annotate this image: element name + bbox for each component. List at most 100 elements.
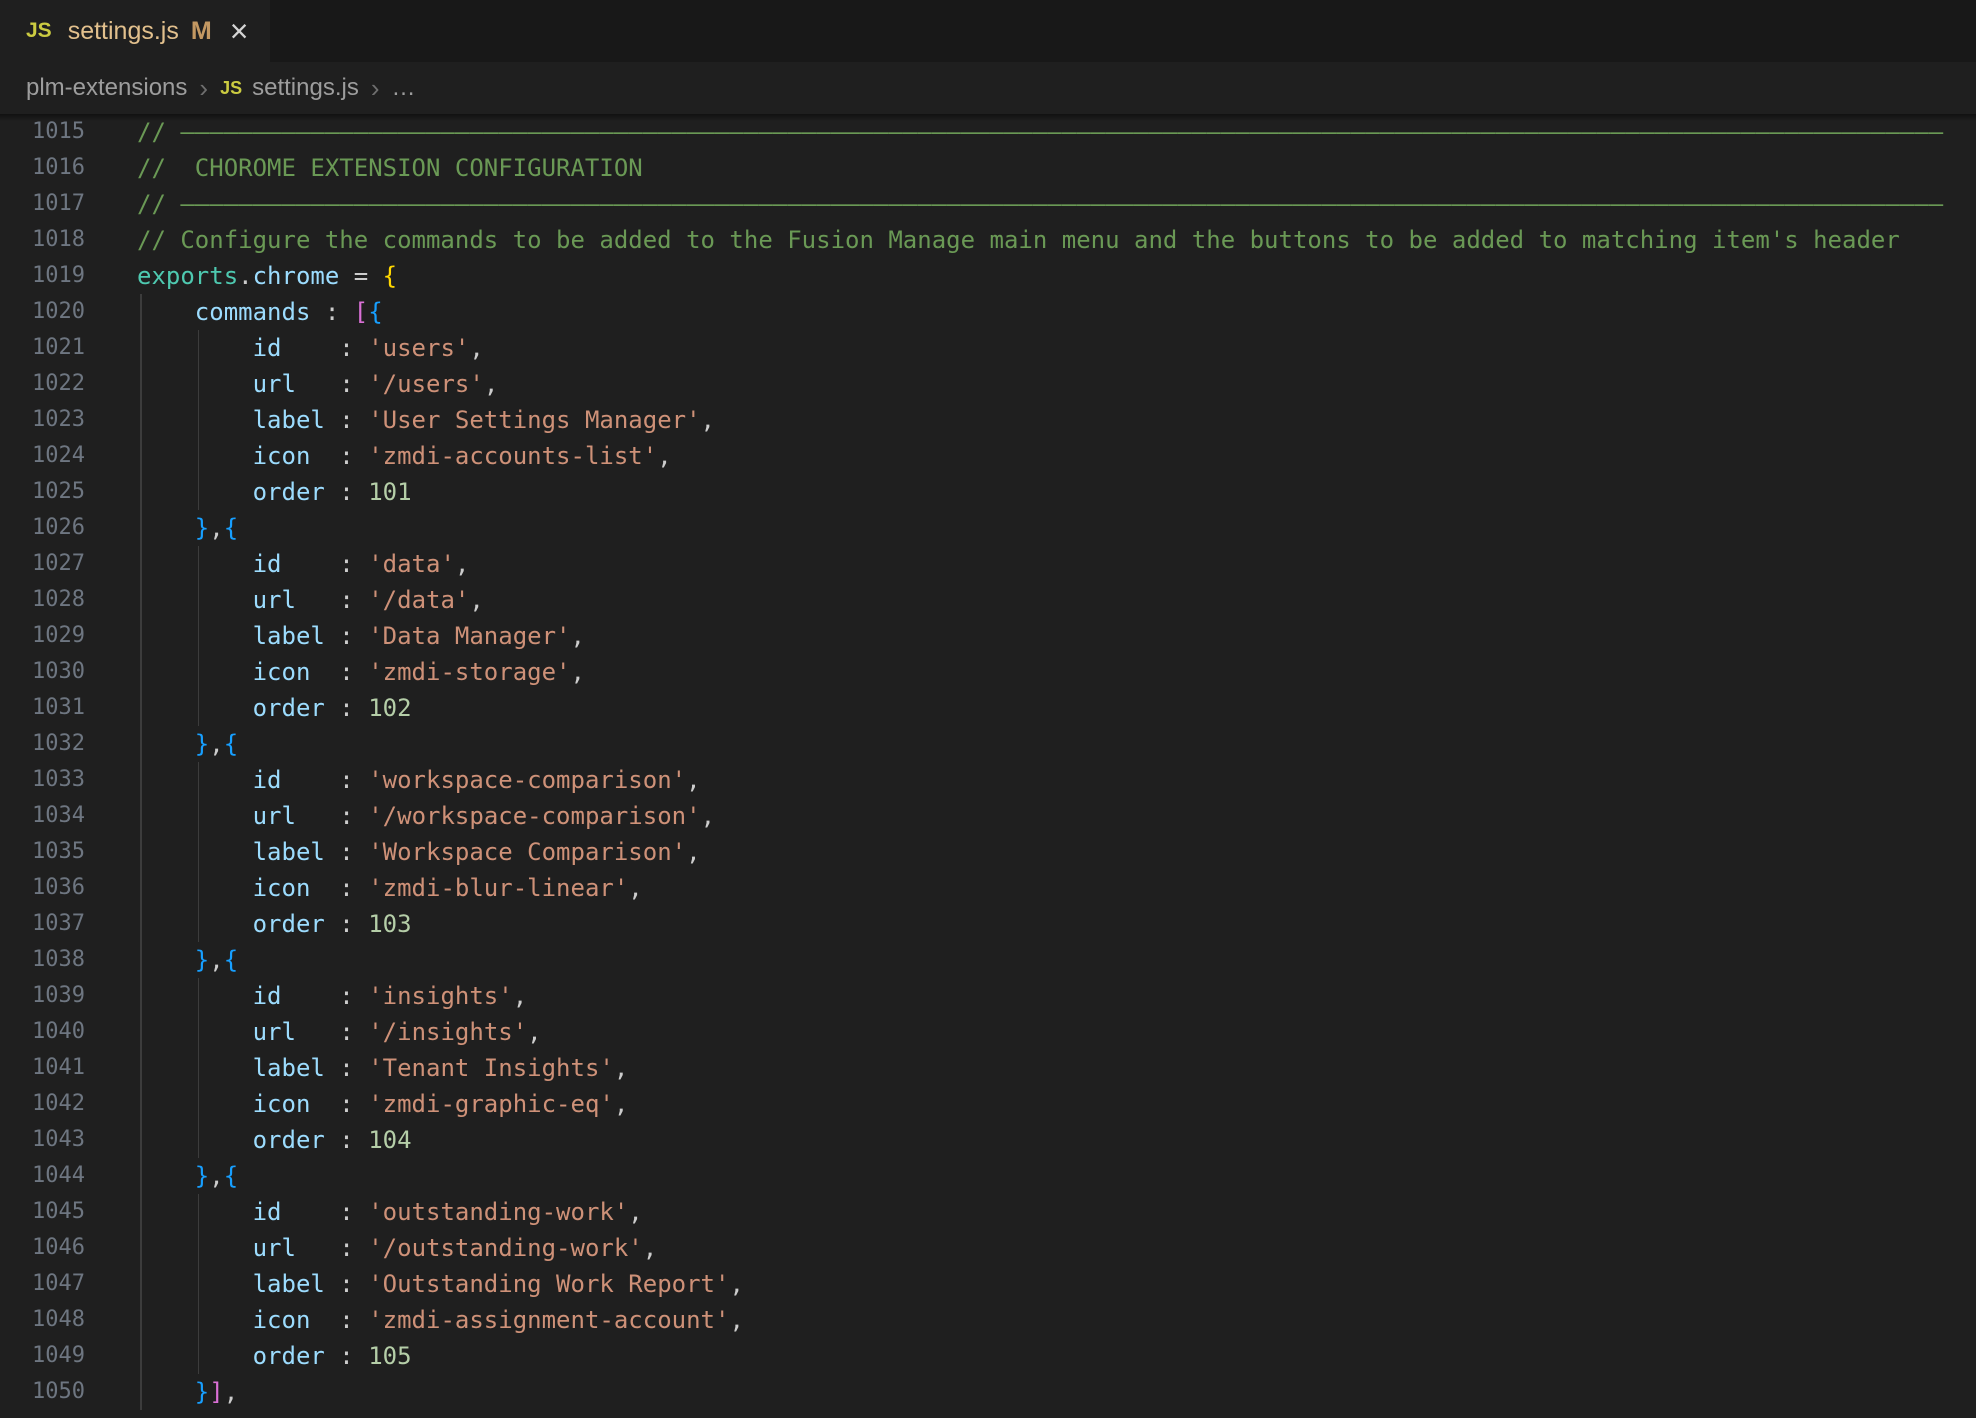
line-number[interactable]: 1026	[0, 510, 137, 546]
editor-line[interactable]: 1047 label : 'Outstanding Work Report',	[0, 1266, 1976, 1302]
editor-line[interactable]: 1033 id : 'workspace-comparison',	[0, 762, 1976, 798]
line-number[interactable]: 1016	[0, 150, 137, 186]
editor-line[interactable]: 1030 icon : 'zmdi-storage',	[0, 654, 1976, 690]
line-number[interactable]: 1022	[0, 366, 137, 402]
line-number[interactable]: 1048	[0, 1302, 137, 1338]
editor-line[interactable]: 1038 },{	[0, 942, 1976, 978]
line-number[interactable]: 1029	[0, 618, 137, 654]
code-token	[310, 1090, 339, 1118]
tab-bar: JS settings.js M ×	[0, 0, 1976, 62]
editor-line[interactable]: 1050 }],	[0, 1374, 1976, 1410]
editor-line[interactable]: 1031 order : 102	[0, 690, 1976, 726]
editor-line[interactable]: 1021 id : 'users',	[0, 330, 1976, 366]
line-number[interactable]: 1038	[0, 942, 137, 978]
line-number[interactable]: 1045	[0, 1194, 137, 1230]
line-number[interactable]: 1021	[0, 330, 137, 366]
code-text: // —————————————————————————————————————…	[137, 114, 1976, 150]
line-number[interactable]: 1039	[0, 978, 137, 1014]
indent-guide	[140, 1266, 142, 1302]
code-token: }	[195, 946, 209, 974]
editor-line[interactable]: 1024 icon : 'zmdi-accounts-list',	[0, 438, 1976, 474]
editor-line[interactable]: 1045 id : 'outstanding-work',	[0, 1194, 1976, 1230]
code-token	[282, 1198, 340, 1226]
editor-line[interactable]: 1025 order : 101	[0, 474, 1976, 510]
line-number[interactable]: 1023	[0, 402, 137, 438]
code-text: icon : 'zmdi-assignment-account',	[137, 1302, 1976, 1338]
line-number[interactable]: 1032	[0, 726, 137, 762]
editor-line[interactable]: 1018// Configure the commands to be adde…	[0, 222, 1976, 258]
code-editor: 1015// —————————————————————————————————…	[0, 114, 1976, 1418]
editor-line[interactable]: 1023 label : 'User Settings Manager',	[0, 402, 1976, 438]
close-icon[interactable]: ×	[230, 15, 249, 47]
line-number[interactable]: 1043	[0, 1122, 137, 1158]
code-token	[137, 766, 253, 794]
code-token: :	[339, 1018, 368, 1046]
editor-line[interactable]: 1028 url : '/data',	[0, 582, 1976, 618]
editor-line[interactable]: 1027 id : 'data',	[0, 546, 1976, 582]
tab-settings-js[interactable]: JS settings.js M ×	[0, 0, 270, 62]
indent-guide	[140, 582, 142, 618]
code-lines: 1015// —————————————————————————————————…	[0, 114, 1976, 1410]
editor-line[interactable]: 1041 label : 'Tenant Insights',	[0, 1050, 1976, 1086]
editor-line[interactable]: 1039 id : 'insights',	[0, 978, 1976, 1014]
line-number[interactable]: 1024	[0, 438, 137, 474]
line-number[interactable]: 1015	[0, 114, 137, 150]
breadcrumb-file[interactable]: settings.js	[252, 74, 359, 102]
line-number[interactable]: 1017	[0, 186, 137, 222]
line-number[interactable]: 1020	[0, 294, 137, 330]
line-number[interactable]: 1034	[0, 798, 137, 834]
code-token: ,	[686, 838, 700, 866]
editor-line[interactable]: 1043 order : 104	[0, 1122, 1976, 1158]
breadcrumb-folder[interactable]: plm-extensions	[26, 74, 187, 102]
editor-line[interactable]: 1048 icon : 'zmdi-assignment-account',	[0, 1302, 1976, 1338]
line-number[interactable]: 1050	[0, 1374, 137, 1410]
code-token	[325, 838, 339, 866]
indent-guide	[198, 330, 200, 366]
line-number[interactable]: 1037	[0, 906, 137, 942]
indent-guide	[140, 1374, 142, 1410]
line-number[interactable]: 1030	[0, 654, 137, 690]
line-number[interactable]: 1036	[0, 870, 137, 906]
code-token: {	[224, 946, 238, 974]
line-number[interactable]: 1047	[0, 1266, 137, 1302]
editor-line[interactable]: 1032 },{	[0, 726, 1976, 762]
line-number[interactable]: 1040	[0, 1014, 137, 1050]
editor-line[interactable]: 1046 url : '/outstanding-work',	[0, 1230, 1976, 1266]
line-number[interactable]: 1033	[0, 762, 137, 798]
line-number[interactable]: 1049	[0, 1338, 137, 1374]
line-number[interactable]: 1041	[0, 1050, 137, 1086]
line-number[interactable]: 1027	[0, 546, 137, 582]
code-text: label : 'Tenant Insights',	[137, 1050, 1976, 1086]
indent-guide	[198, 438, 200, 474]
editor-line[interactable]: 1037 order : 103	[0, 906, 1976, 942]
editor-line[interactable]: 1017// —————————————————————————————————…	[0, 186, 1976, 222]
breadcrumb-more[interactable]: …	[392, 74, 416, 102]
editor-line[interactable]: 1049 order : 105	[0, 1338, 1976, 1374]
code-token: ,	[469, 586, 483, 614]
editor-line[interactable]: 1020 commands : [{	[0, 294, 1976, 330]
code-token	[137, 910, 253, 938]
editor-line[interactable]: 1026 },{	[0, 510, 1976, 546]
code-token: chrome	[253, 262, 340, 290]
line-number[interactable]: 1044	[0, 1158, 137, 1194]
line-number[interactable]: 1019	[0, 258, 137, 294]
line-number[interactable]: 1025	[0, 474, 137, 510]
editor-line[interactable]: 1022 url : '/users',	[0, 366, 1976, 402]
editor-line[interactable]: 1040 url : '/insights',	[0, 1014, 1976, 1050]
code-token	[325, 406, 339, 434]
line-number[interactable]: 1046	[0, 1230, 137, 1266]
line-number[interactable]: 1028	[0, 582, 137, 618]
editor-line[interactable]: 1036 icon : 'zmdi-blur-linear',	[0, 870, 1976, 906]
editor-line[interactable]: 1044 },{	[0, 1158, 1976, 1194]
editor-line[interactable]: 1034 url : '/workspace-comparison',	[0, 798, 1976, 834]
line-number[interactable]: 1031	[0, 690, 137, 726]
editor-line[interactable]: 1016// CHOROME EXTENSION CONFIGURATION	[0, 150, 1976, 186]
editor-line[interactable]: 1042 icon : 'zmdi-graphic-eq',	[0, 1086, 1976, 1122]
line-number[interactable]: 1018	[0, 222, 137, 258]
editor-line[interactable]: 1035 label : 'Workspace Comparison',	[0, 834, 1976, 870]
editor-line[interactable]: 1029 label : 'Data Manager',	[0, 618, 1976, 654]
editor-line[interactable]: 1019exports.chrome = {	[0, 258, 1976, 294]
editor-line[interactable]: 1015// —————————————————————————————————…	[0, 114, 1976, 150]
line-number[interactable]: 1035	[0, 834, 137, 870]
line-number[interactable]: 1042	[0, 1086, 137, 1122]
